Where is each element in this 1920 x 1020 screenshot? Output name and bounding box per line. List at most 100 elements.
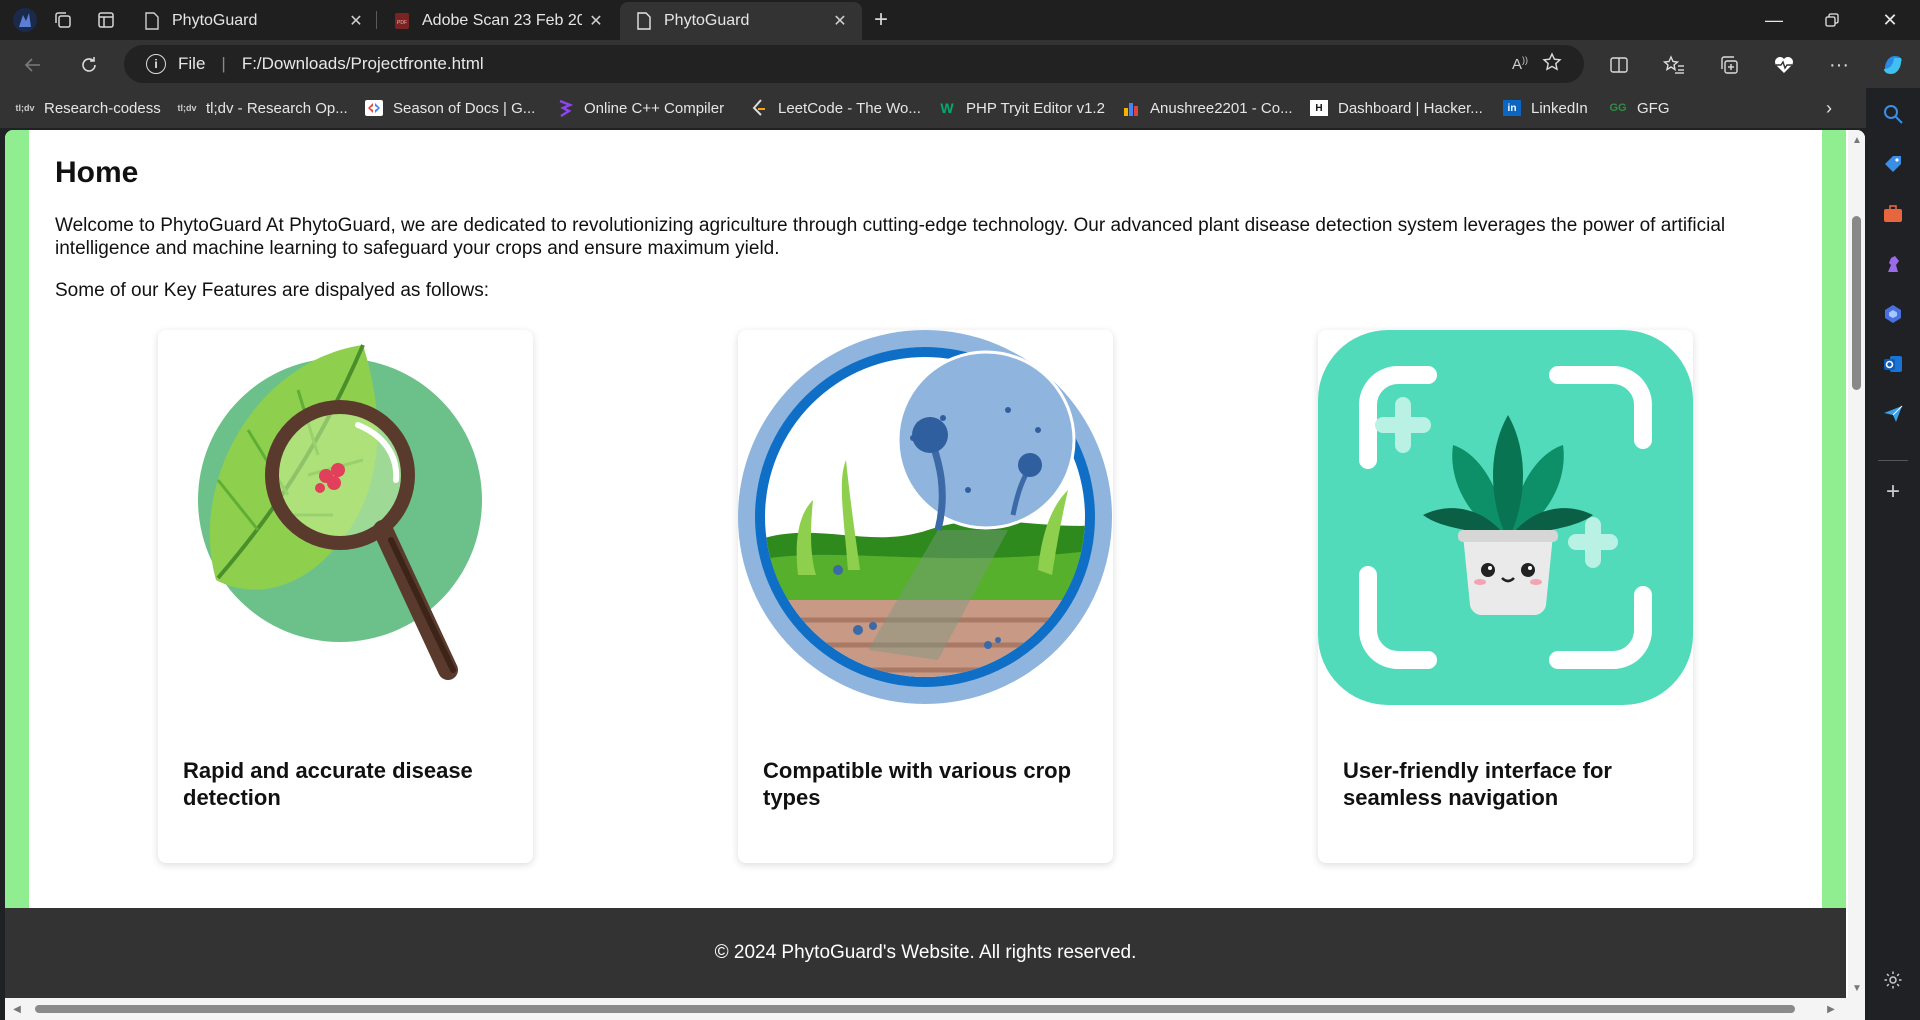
refresh-icon[interactable]	[72, 48, 106, 82]
restore-icon[interactable]	[1806, 0, 1858, 40]
tab-separator	[376, 11, 377, 29]
bookmark-label: Dashboard | Hacker...	[1338, 99, 1483, 117]
scroll-down-arrow-icon[interactable]: ▼	[1851, 982, 1863, 994]
navigation-toolbar: i File | F:/Downloads/Projectfronte.html…	[0, 40, 1920, 88]
page-icon	[145, 12, 159, 30]
scroll-right-arrow-icon[interactable]: ▶	[1825, 1003, 1837, 1015]
left-green-border	[5, 130, 29, 908]
vertical-scroll-thumb[interactable]	[1852, 216, 1861, 390]
close-tab-icon[interactable]: ✕	[342, 7, 370, 35]
bookmark-label: LinkedIn	[1531, 99, 1588, 117]
tab-actions-icon[interactable]	[91, 6, 121, 34]
feature-card-disease-detection: Rapid and accurate disease detection	[158, 330, 533, 863]
bookmark-leetcode[interactable]: LeetCode - The Wo...	[750, 96, 921, 120]
features-intro: Some of our Key Features are dispalyed a…	[55, 280, 490, 301]
tools-briefcase-icon[interactable]	[1881, 202, 1905, 226]
bookmark-anushree[interactable]: Anushree2201 - Co...	[1122, 96, 1293, 120]
close-tab-icon[interactable]: ✕	[582, 7, 610, 35]
feature-label: Rapid and accurate disease detection	[183, 758, 473, 810]
tab-title: Adobe Scan 23 Feb 2024.pdf	[422, 12, 582, 29]
sidebar-settings-gear-icon[interactable]	[1881, 968, 1905, 992]
shopping-tag-icon[interactable]	[1881, 152, 1905, 176]
bookmark-label: Anushree2201 - Co...	[1150, 99, 1293, 117]
health-heart-icon[interactable]	[1767, 48, 1801, 82]
games-chess-icon[interactable]	[1881, 252, 1905, 276]
leetcode-icon	[750, 99, 768, 116]
workspaces-icon[interactable]	[48, 6, 78, 34]
feature-label: User-friendly interface for seamless nav…	[1343, 758, 1612, 810]
more-menu-icon[interactable]: ···	[1822, 48, 1856, 82]
tab-title: PhytoGuard	[664, 12, 750, 29]
search-icon[interactable]	[1881, 102, 1905, 126]
tab-phytoguard-active[interactable]: PhytoGuard ✕	[620, 2, 862, 40]
tab-title: PhytoGuard	[172, 12, 258, 29]
bookmarks-overflow-chevron-icon[interactable]: ›	[1826, 96, 1832, 120]
new-tab-icon[interactable]: +	[866, 6, 896, 34]
page-viewport: Home Welcome to PhytoGuard At PhytoGuard…	[5, 130, 1865, 1020]
tab-strip: PhytoGuard ✕ PDF Adobe Scan 23 Feb 2024.…	[0, 0, 1920, 40]
url-text[interactable]: F:/Downloads/Projectfronte.html	[242, 54, 1512, 74]
bookmark-label: PHP Tryit Editor v1.2	[966, 99, 1105, 117]
page-icon	[637, 12, 651, 30]
favorites-icon[interactable]	[1657, 48, 1691, 82]
profile-avatar-icon[interactable]	[10, 6, 40, 34]
plant-scan-illustration	[1318, 330, 1693, 705]
intro-paragraph: Welcome to PhytoGuard At PhytoGuard, we …	[55, 215, 1726, 259]
bookmark-label: Research-codess	[44, 99, 161, 117]
add-sidebar-app-icon[interactable]: +	[1881, 478, 1905, 505]
sidebar-divider	[1878, 460, 1908, 461]
bookmark-gfg[interactable]: GG GFG	[1609, 96, 1670, 120]
bookmark-label: GFG	[1637, 99, 1670, 117]
bookmark-php-tryit[interactable]: W PHP Tryit Editor v1.2	[938, 96, 1105, 120]
w3schools-icon: W	[940, 100, 954, 116]
linkedin-icon: in	[1503, 100, 1521, 116]
url-divider: |	[221, 54, 226, 73]
copilot-sidebar-icon[interactable]	[1881, 302, 1905, 326]
address-bar[interactable]: i File | F:/Downloads/Projectfronte.html…	[124, 45, 1584, 83]
leaf-magnifier-illustration	[198, 344, 482, 680]
site-footer: © 2024 PhytoGuard's Website. All rights …	[5, 908, 1846, 998]
gfg-icon: GG	[1609, 102, 1627, 114]
feature-label: Compatible with various crop types	[763, 758, 1072, 810]
scroll-up-arrow-icon[interactable]: ▲	[1851, 134, 1863, 146]
read-aloud-icon[interactable]: A))	[1512, 55, 1542, 73]
bookmark-hackerrank[interactable]: H Dashboard | Hacker...	[1310, 96, 1483, 120]
feature-card-user-friendly: User-friendly interface for seamless nav…	[1318, 330, 1693, 863]
scroll-left-arrow-icon[interactable]: ◀	[11, 1003, 23, 1015]
split-screen-icon[interactable]	[1602, 48, 1636, 82]
back-icon[interactable]	[16, 48, 50, 82]
bookmark-online-cpp[interactable]: Online C++ Compiler	[556, 96, 724, 120]
compiler-icon	[556, 99, 574, 117]
bookmark-research-codess[interactable]: tl;dv Research-codess	[16, 96, 161, 120]
horizontal-scrollbar[interactable]: ◀ ▶	[5, 998, 1865, 1020]
home-section: Home Welcome to PhytoGuard At PhytoGuard…	[29, 130, 1822, 908]
bars-icon	[1122, 100, 1140, 116]
bookmark-label: LeetCode - The Wo...	[778, 99, 921, 117]
minimize-icon[interactable]: —	[1748, 0, 1800, 40]
right-green-border	[1822, 130, 1846, 908]
close-window-icon[interactable]: ✕	[1864, 0, 1916, 40]
bookmark-tldv[interactable]: tl;dv tl;dv - Research Op...	[178, 96, 348, 120]
tldv-icon: tl;dv	[15, 103, 35, 113]
tab-adobe-scan[interactable]: PDF Adobe Scan 23 Feb 2024.pdf ✕	[378, 2, 618, 40]
bookmark-label: Season of Docs | G...	[393, 99, 536, 117]
favorite-star-icon[interactable]	[1542, 51, 1578, 77]
collections-icon[interactable]	[1712, 48, 1746, 82]
copilot-icon[interactable]	[1876, 48, 1910, 82]
footer-copyright: © 2024 PhytoGuard's Website. All rights …	[714, 942, 1137, 963]
edge-sidebar: +	[1866, 88, 1920, 1020]
site-info-icon[interactable]: i	[146, 54, 166, 74]
outlook-icon[interactable]	[1881, 352, 1905, 376]
hackerrank-icon: H	[1310, 100, 1328, 116]
bookmark-season-of-docs[interactable]: Season of Docs | G...	[365, 96, 535, 120]
bookmark-label: tl;dv - Research Op...	[206, 99, 348, 117]
bookmark-linkedin[interactable]: in LinkedIn	[1503, 96, 1588, 120]
vertical-scrollbar[interactable]: ▲ ▼	[1848, 130, 1865, 998]
horizontal-scroll-thumb[interactable]	[35, 1005, 1795, 1013]
tab-phytoguard-1[interactable]: PhytoGuard ✕	[128, 2, 378, 40]
bookmarks-bar: tl;dv Research-codess tl;dv tl;dv - Rese…	[0, 88, 1920, 128]
send-plane-icon[interactable]	[1881, 402, 1905, 426]
svg-text:PDF: PDF	[397, 20, 407, 26]
close-tab-icon[interactable]: ✕	[826, 7, 854, 35]
bookmark-label: Online C++ Compiler	[584, 99, 725, 117]
